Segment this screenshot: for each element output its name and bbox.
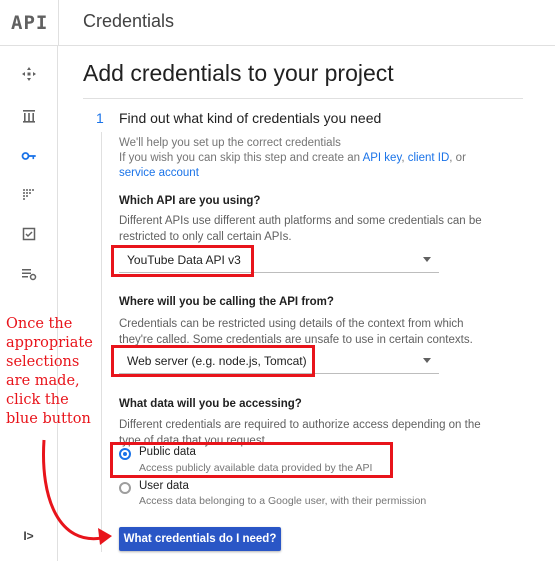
annotation-arrow xyxy=(42,439,112,545)
